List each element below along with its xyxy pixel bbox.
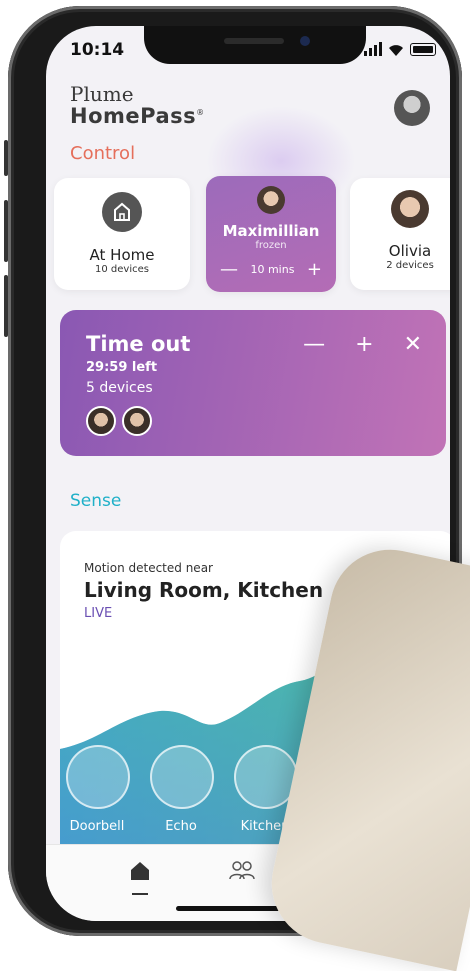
decrease-icon[interactable]: — [220, 259, 238, 280]
live-badge: LIVE [84, 606, 113, 621]
timeout-devices: 5 devices [86, 380, 153, 396]
front-camera [300, 36, 310, 46]
minus-icon[interactable]: — [303, 332, 325, 357]
signal-icon [364, 42, 382, 56]
brand-name-line1: Plume [70, 82, 134, 106]
timeout-controls: — + ✕ [303, 332, 422, 357]
timeout-title: Time out [86, 332, 191, 356]
brand-name-line2: HomePass® [70, 104, 205, 128]
profile-avatar[interactable] [394, 90, 430, 126]
timeout-card[interactable]: Time out 29:59 left 5 devices — + ✕ [60, 310, 446, 456]
person-avatar [257, 186, 285, 214]
motion-label: Motion detected near [84, 561, 213, 575]
home-card[interactable]: At Home 10 devices [54, 178, 190, 290]
person-name: Olivia [388, 242, 432, 260]
motion-rooms: Living Room, Kitchen [84, 578, 324, 602]
speaker [224, 38, 284, 44]
status-icons [364, 42, 436, 56]
avatar [122, 406, 152, 436]
increase-icon[interactable]: + [307, 259, 322, 280]
section-control: Control [70, 143, 136, 164]
device-echo[interactable]: Echo [150, 745, 214, 834]
status-time: 10:14 [70, 40, 125, 60]
section-sense: Sense [70, 491, 122, 511]
avatar [86, 406, 116, 436]
freeze-duration-control: — 10 mins + [206, 251, 336, 280]
speaker-icon [150, 745, 214, 809]
person-status: frozen [255, 240, 287, 251]
wifi-icon [389, 45, 403, 56]
plus-icon[interactable]: + [355, 332, 373, 357]
timeout-remaining: 29:59 left [86, 360, 158, 375]
home-card-subtitle: 10 devices [95, 264, 149, 275]
timeout-avatars [86, 406, 152, 436]
person-card[interactable]: Olivia 2 devices [350, 178, 450, 290]
person-devices: 2 devices [386, 260, 434, 271]
active-indicator [132, 893, 148, 895]
home-card-title: At Home [89, 246, 155, 264]
device-name: Echo [165, 819, 197, 834]
home-icon[interactable] [128, 859, 152, 883]
device-doorbell[interactable]: Doorbell [66, 745, 130, 834]
freeze-duration: 10 mins [250, 263, 295, 276]
notch [144, 26, 366, 64]
device-list: Doorbell Echo Kitchen [66, 745, 298, 834]
device-name: Doorbell [69, 819, 125, 834]
person-avatar [391, 190, 429, 228]
battery-icon [410, 43, 436, 56]
close-icon[interactable]: ✕ [404, 332, 422, 357]
person-name: Maximillian [222, 222, 320, 240]
person-card-frozen[interactable]: Maximillian frozen — 10 mins + [206, 176, 336, 292]
doorbell-icon [66, 745, 130, 809]
home-icon [102, 192, 142, 232]
people-icon[interactable] [228, 859, 256, 881]
